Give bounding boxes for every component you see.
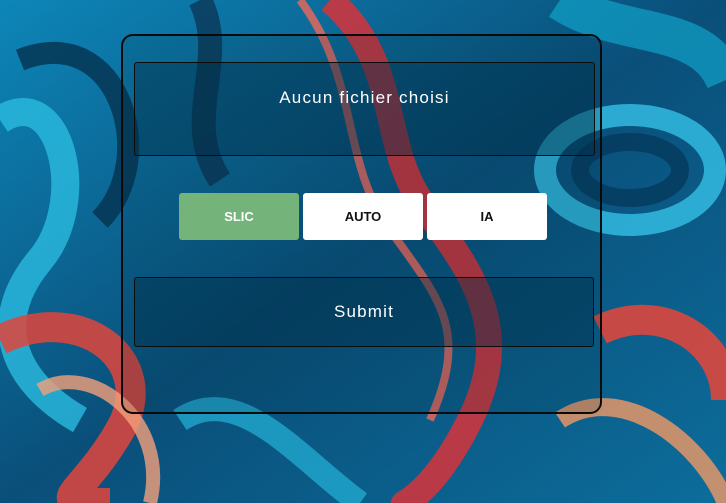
file-status-text: Aucun fichier choisi [279,88,450,107]
file-input[interactable]: Aucun fichier choisi [134,62,595,156]
mode-button-ia[interactable]: IA [427,193,547,240]
upload-form-panel: Aucun fichier choisi SLIC AUTO IA Submit [121,34,602,414]
submit-button[interactable]: Submit [134,277,594,347]
mode-button-auto[interactable]: AUTO [303,193,423,240]
mode-button-slic[interactable]: SLIC [179,193,299,240]
mode-selector: SLIC AUTO IA [179,193,547,240]
